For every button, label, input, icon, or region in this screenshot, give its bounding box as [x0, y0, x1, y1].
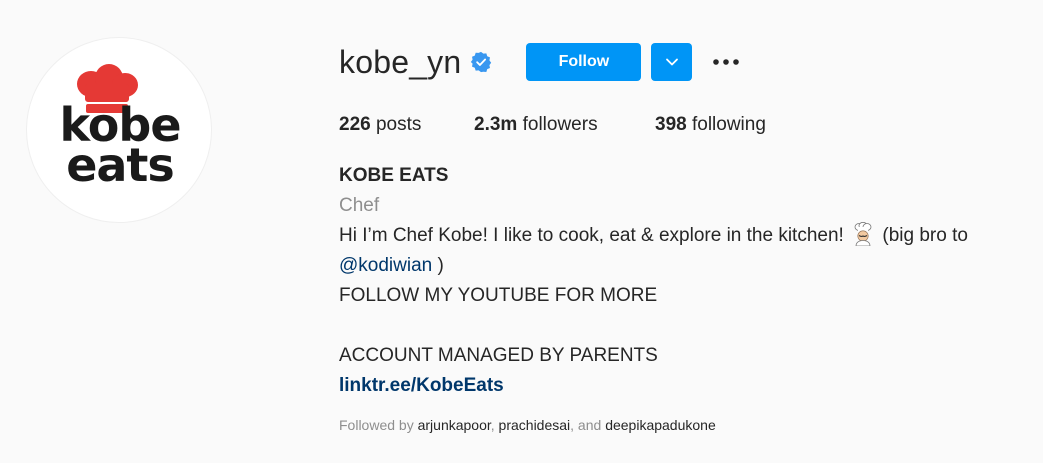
bio-line-youtube: FOLLOW MY YOUTUBE FOR MORE [339, 285, 658, 306]
following-stat[interactable]: 398 following [655, 112, 766, 138]
external-link[interactable]: linktr.ee/KobeEats [339, 371, 1029, 401]
bio-line-intro: Hi I’m Chef Kobe! I like to cook, eat & … [339, 221, 1029, 251]
posts-stat: 226 posts [339, 112, 474, 138]
followers-label: followers [522, 114, 598, 135]
more-horizontal-icon [713, 59, 740, 65]
bio-intro-after: (big bro to [882, 225, 968, 246]
bio-blank-line [339, 311, 1029, 341]
followed-by-prefix: Followed by [339, 417, 414, 433]
mention-link[interactable]: @kodiwian [339, 255, 432, 276]
display-name: KOBE EATS [339, 165, 449, 186]
following-label: following [691, 114, 766, 135]
bio-line-mention: @kodiwian ) [339, 251, 1029, 281]
more-options-button[interactable] [706, 43, 746, 81]
kobe-eats-logo: kobe eats [59, 64, 182, 192]
chef-emoji-icon [851, 221, 875, 247]
username: kobe_yn [339, 44, 462, 80]
followed-by-separator-2: , and [570, 417, 602, 433]
followers-count: 2.3m [474, 114, 518, 135]
bio-line-managed: ACCOUNT MANAGED BY PARENTS [339, 345, 658, 366]
profile-avatar[interactable]: kobe eats [26, 37, 212, 223]
posts-count: 226 [339, 114, 371, 135]
category-label: Chef [339, 195, 380, 216]
posts-label: posts [375, 114, 422, 135]
profile-bio: KOBE EATS Chef Hi I’m Chef Kobe! I like … [339, 161, 1029, 401]
verified-icon [470, 51, 492, 73]
followed-by-separator-1: , [490, 417, 495, 433]
followed-by-account-2[interactable]: prachidesai [499, 417, 571, 433]
followers-stat[interactable]: 2.3m followers [474, 112, 655, 138]
follow-button[interactable]: Follow [526, 43, 642, 81]
logo-text-eats: eats [66, 138, 174, 192]
chevron-down-icon [665, 58, 678, 66]
suggested-dropdown-button[interactable] [651, 43, 693, 81]
profile-stats: 226 posts 2.3m followers 398 following [339, 112, 766, 138]
followed-by-account-3[interactable]: deepikapadukone [605, 417, 716, 433]
followed-by-account-1[interactable]: arjunkapoor [418, 417, 491, 433]
profile-header: kobe_yn Follow [339, 40, 746, 84]
bio-intro-text: Hi I’m Chef Kobe! I like to cook, eat & … [339, 225, 844, 246]
mention-after: ) [437, 255, 444, 276]
following-count: 398 [655, 114, 687, 135]
followed-by[interactable]: Followed by arjunkapoor, prachidesai, an… [339, 416, 716, 434]
